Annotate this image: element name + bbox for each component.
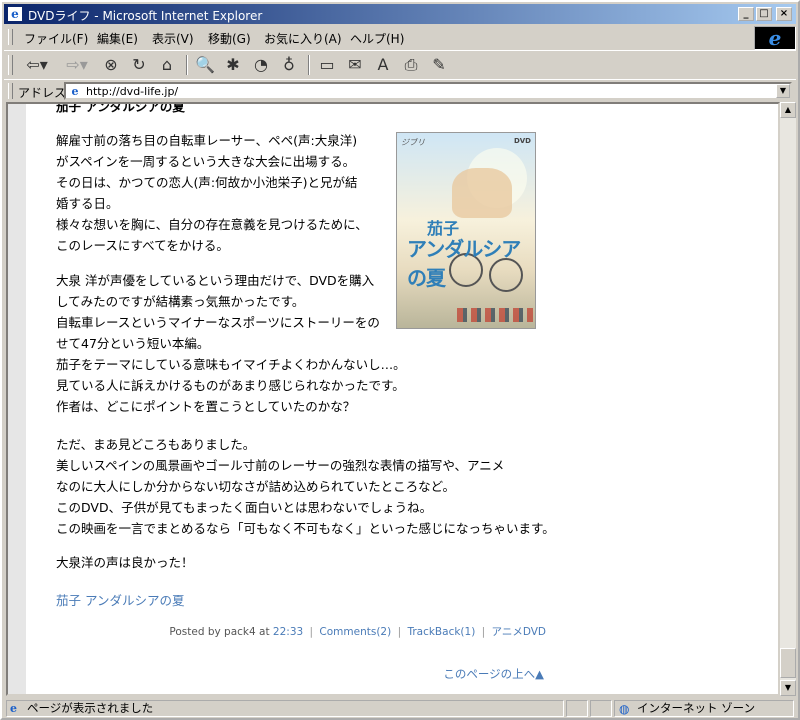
text-line: なのに大人にしか分からない切なさが詰め込められていたところなど。	[56, 479, 456, 494]
ie-page-icon: e	[8, 7, 22, 21]
menu-edit[interactable]: 編集(E)	[97, 30, 138, 47]
refresh-icon[interactable]: ↻	[128, 55, 150, 75]
print-icon[interactable]: ⎙	[400, 55, 422, 75]
fullscreen-icon[interactable]: ▭	[316, 55, 338, 75]
text-line: 婚する日。	[56, 196, 119, 211]
maximize-button[interactable]: □	[756, 7, 772, 21]
address-url[interactable]: http://dvd-life.jp/	[86, 85, 178, 98]
menu-file[interactable]: ファイル(F)	[24, 30, 88, 47]
post-time-link[interactable]: 22:33	[273, 626, 303, 638]
text-line: その日は、かつての恋人(声:何故か小池栄子)と兄が結	[56, 175, 358, 190]
paragraph-impression: 大泉 洋が声優をしているという理由だけで、DVDを購入 してみたのですが結構素っ…	[56, 270, 406, 417]
text-line: 様々な想いを胸に、自分の存在意義を見つけるために、	[56, 217, 368, 232]
text-line: 見ている人に訴えかけるものがあまり感じられなかったです。	[56, 378, 405, 393]
address-bar: アドレス e http://dvd-life.jp/ ▼	[4, 79, 796, 102]
vertical-scrollbar[interactable]: ▲ ▼	[780, 102, 796, 696]
ie-logo-icon: e	[754, 26, 796, 50]
status-message: e ページが表示されました	[6, 700, 564, 717]
post-footer: Posted by pack4 at 22:33 | Comments(2) |…	[169, 626, 546, 638]
edit-icon[interactable]: ✎	[428, 55, 450, 75]
address-label: アドレス	[18, 86, 67, 100]
paragraph-synopsis: 解雇寸前の落ち目の自転車レーサー、ペペ(声:大泉洋) がスペインを一周するという…	[56, 130, 368, 256]
cover-rider	[452, 168, 512, 218]
font-size-icon[interactable]: A	[372, 55, 394, 75]
menu-help[interactable]: ヘルプ(H)	[350, 30, 404, 47]
address-dropdown-icon[interactable]: ▼	[776, 84, 790, 98]
scroll-up-icon[interactable]: ▲	[780, 102, 796, 118]
dvd-cover-image[interactable]: ジブリ DVD 茄子 アンダルシアの夏	[396, 132, 536, 329]
text-line: ただ、まあ見どころもありました。	[56, 437, 256, 452]
status-page-icon: e	[10, 702, 17, 715]
text-line: 解雇寸前の落ち目の自転車レーサー、ペペ(声:大泉洋)	[56, 133, 358, 148]
toolbar-grip[interactable]	[8, 55, 13, 75]
text-line: 美しいスペインの風景画やゴール寸前のレーサーの強烈な表情の描写や、アニメ	[56, 458, 505, 473]
back-icon[interactable]: ⇦▾	[22, 55, 52, 75]
menu-bar: ファイル(F) 編集(E) 表示(V) 移動(G) お気に入り(A) ヘルプ(H…	[4, 26, 754, 48]
toolbar-separator	[308, 55, 310, 75]
standard-toolbar: ⇦▾ ⇨▾ ⊗ ↻ ⌂ 🔍 ✱ ◔ ♁ ▭ ✉ A ⎙ ✎	[4, 50, 796, 80]
left-margin-band	[8, 104, 26, 694]
posted-by-text: Posted by pack4 at	[169, 626, 270, 638]
menu-go[interactable]: 移動(G)	[208, 30, 251, 47]
close-button[interactable]: ×	[776, 7, 792, 21]
status-segment	[590, 700, 612, 717]
paragraph-highlights: ただ、まあ見どころもありました。 美しいスペインの風景画やゴール寸前のレーサーの…	[56, 434, 555, 539]
addressbar-grip[interactable]	[8, 83, 13, 99]
scroll-thumb[interactable]	[780, 648, 796, 678]
comments-link[interactable]: Comments(2)	[319, 626, 391, 638]
globe-icon: ◍	[619, 702, 630, 716]
address-input[interactable]: e http://dvd-life.jp/ ▼	[64, 82, 792, 100]
mail-icon[interactable]: ✉	[344, 55, 366, 75]
search-icon[interactable]: 🔍	[194, 55, 216, 75]
menu-favorites[interactable]: お気に入り(A)	[264, 30, 342, 47]
menubar-grip[interactable]	[8, 29, 13, 45]
channels-icon[interactable]: ♁	[278, 55, 300, 75]
title-bar[interactable]: e DVDライフ - Microsoft Internet Explorer _…	[4, 4, 796, 24]
cover-dvd-logo: DVD	[513, 137, 531, 145]
text-line: してみたのですが結構素っ気無かったです。	[56, 294, 305, 309]
page-content: 茄子 アンダルシアの夏 解雇寸前の落ち目の自転車レーサー、ペペ(声:大泉洋) が…	[6, 102, 780, 696]
text-line: 作者は、どこにポイントを置こうとしていたのかな？	[56, 399, 356, 414]
toolbar-separator	[186, 55, 188, 75]
post-title: 茄子 アンダルシアの夏	[56, 102, 185, 114]
paragraph-conclusion: 大泉洋の声は良かった！	[56, 552, 194, 573]
menu-view[interactable]: 表示(V)	[152, 30, 194, 47]
forward-icon[interactable]: ⇨▾	[62, 55, 92, 75]
text-line: 茄子をテーマにしている意味もイマイチよくわかんないし…。	[56, 357, 406, 372]
status-text: ページが表示されました	[27, 701, 154, 715]
product-link[interactable]: 茄子 アンダルシアの夏	[56, 590, 184, 611]
category-link[interactable]: アニメDVD	[492, 626, 546, 638]
cover-title-line2: アンダルシアの夏	[407, 237, 521, 290]
text-line: 自転車レースというマイナーなスポーツにストーリーをの	[56, 315, 380, 330]
cover-peloton	[457, 308, 533, 322]
cover-studio-logo: ジブリ	[401, 138, 425, 147]
security-zone: ◍ インターネット ゾーン	[614, 700, 794, 717]
text-line: 大泉 洋が声優をしているという理由だけで、DVDを購入	[56, 273, 375, 288]
favorites-icon[interactable]: ✱	[222, 55, 244, 75]
browser-window: e DVDライフ - Microsoft Internet Explorer _…	[0, 0, 800, 720]
status-segment	[566, 700, 588, 717]
text-line: この映画を一言でまとめるなら「可もなく不可もなく」といった感じになっちゃいます。	[56, 521, 555, 536]
status-bar: e ページが表示されました ◍ インターネット ゾーン	[4, 698, 796, 718]
window-title: DVDライフ - Microsoft Internet Explorer	[28, 9, 263, 23]
minimize-button[interactable]: _	[738, 7, 754, 21]
scroll-down-icon[interactable]: ▼	[780, 680, 796, 696]
history-icon[interactable]: ◔	[250, 55, 272, 75]
home-icon[interactable]: ⌂	[156, 55, 178, 75]
page-top-link[interactable]: このページの上へ▲	[56, 666, 544, 682]
text-line: 大泉洋の声は良かった！	[56, 555, 194, 570]
text-line: せて47分という短い本編。	[56, 336, 210, 351]
text-line: このレースにすべてをかける。	[56, 238, 229, 253]
zone-text: インターネット ゾーン	[637, 701, 756, 715]
page-icon: e	[71, 85, 79, 98]
trackback-link[interactable]: TrackBack(1)	[407, 626, 475, 638]
text-line: がスペインを一周するという大きな大会に出場する。	[56, 154, 356, 169]
text-line: このDVD、子供が見てもまったく面白いとは思わないでしょうね。	[56, 500, 433, 515]
stop-icon[interactable]: ⊗	[100, 55, 122, 75]
